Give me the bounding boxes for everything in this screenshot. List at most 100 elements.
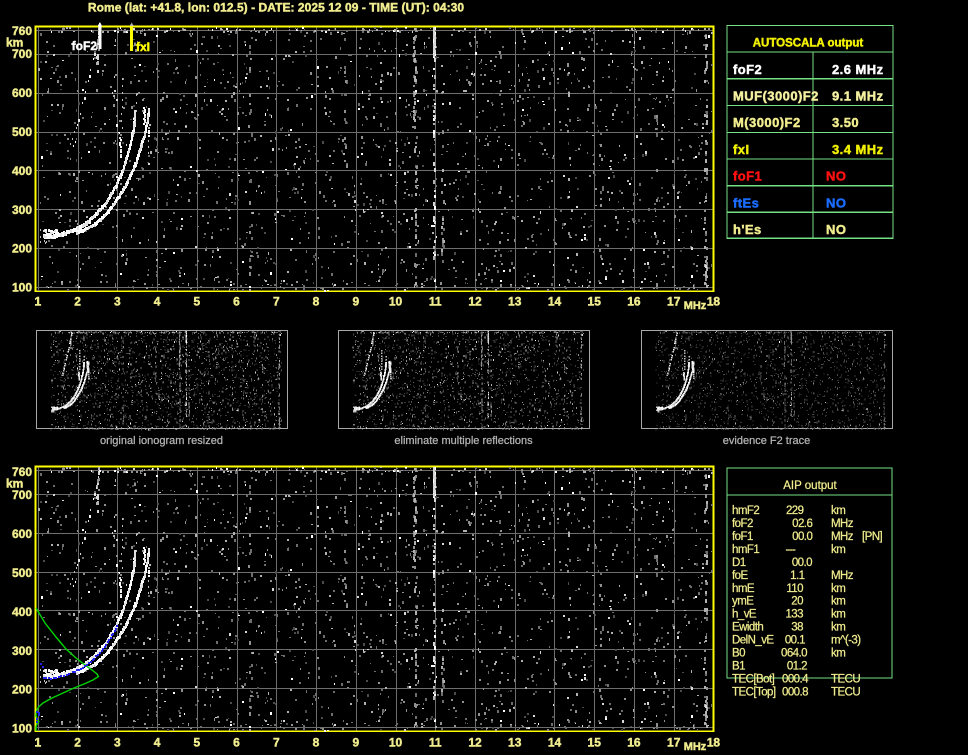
svg-text:10: 10 bbox=[389, 295, 403, 309]
svg-text:14: 14 bbox=[548, 736, 562, 750]
svg-text:MHz: MHz bbox=[831, 531, 854, 543]
svg-text:ymE: ymE bbox=[732, 596, 754, 608]
svg-text:00.1: 00.1 bbox=[785, 635, 805, 647]
svg-text:MHz: MHz bbox=[831, 570, 854, 582]
svg-text:DelN_vE: DelN_vE bbox=[732, 635, 774, 647]
svg-text:16: 16 bbox=[627, 736, 641, 750]
svg-text:AUTOSCALA output: AUTOSCALA output bbox=[753, 38, 864, 50]
svg-text:110: 110 bbox=[786, 583, 803, 595]
svg-text:km: km bbox=[831, 583, 845, 595]
svg-text:00.0: 00.0 bbox=[792, 557, 812, 569]
svg-text:12: 12 bbox=[468, 295, 482, 309]
svg-text:4: 4 bbox=[154, 736, 161, 750]
svg-text:hmF2: hmF2 bbox=[732, 505, 759, 517]
svg-text:3: 3 bbox=[114, 736, 121, 750]
svg-text:foF1: foF1 bbox=[732, 531, 753, 543]
svg-text:9: 9 bbox=[352, 295, 359, 309]
svg-text:11: 11 bbox=[429, 736, 442, 750]
svg-text:TECU: TECU bbox=[831, 686, 860, 698]
svg-text:8: 8 bbox=[313, 295, 320, 309]
svg-text:15: 15 bbox=[588, 295, 602, 309]
svg-text:foF2: foF2 bbox=[732, 518, 753, 530]
svg-text:300: 300 bbox=[12, 644, 32, 658]
svg-text:MHz: MHz bbox=[831, 518, 854, 530]
svg-text:1: 1 bbox=[34, 295, 41, 309]
svg-text:300: 300 bbox=[12, 203, 32, 217]
svg-text:evidence F2 trace: evidence F2 trace bbox=[723, 435, 810, 447]
svg-text:200: 200 bbox=[12, 683, 32, 697]
svg-text:TECU: TECU bbox=[831, 674, 860, 686]
svg-text:1: 1 bbox=[34, 736, 41, 750]
svg-text:00.0: 00.0 bbox=[792, 531, 812, 543]
svg-text:original ionogram resized: original ionogram resized bbox=[100, 435, 223, 447]
svg-text:B1: B1 bbox=[732, 661, 745, 673]
svg-text:eliminate multiple reflections: eliminate multiple reflections bbox=[394, 435, 533, 447]
svg-text:20: 20 bbox=[791, 596, 803, 608]
svg-text:M(3000)F2: M(3000)F2 bbox=[733, 115, 801, 130]
svg-text:NO: NO bbox=[826, 195, 846, 210]
svg-text:Rome (lat: +41.8, lon: 012.5): Rome (lat: +41.8, lon: 012.5) - DATE: 20… bbox=[88, 1, 465, 15]
svg-text:5: 5 bbox=[193, 295, 200, 309]
svg-text:400: 400 bbox=[12, 605, 32, 619]
svg-text:6: 6 bbox=[233, 295, 240, 309]
svg-text:fxI: fxI bbox=[136, 40, 150, 54]
svg-text:m^(-3): m^(-3) bbox=[831, 635, 861, 647]
svg-text:foF1: foF1 bbox=[733, 169, 762, 184]
svg-text:229: 229 bbox=[786, 505, 804, 517]
svg-text:13: 13 bbox=[508, 295, 522, 309]
svg-text:---: --- bbox=[786, 544, 797, 556]
svg-text:AIP output: AIP output bbox=[783, 480, 837, 492]
svg-text:3: 3 bbox=[114, 295, 121, 309]
svg-text:600: 600 bbox=[12, 86, 32, 100]
svg-text:MUF(3000)F2: MUF(3000)F2 bbox=[733, 89, 819, 104]
svg-text:h_vE: h_vE bbox=[732, 609, 757, 621]
svg-text:NO: NO bbox=[826, 169, 846, 184]
svg-text:000.4: 000.4 bbox=[782, 674, 809, 686]
svg-text:8: 8 bbox=[313, 736, 320, 750]
svg-text:2: 2 bbox=[74, 295, 81, 309]
svg-text:h'Es: h'Es bbox=[733, 222, 762, 237]
svg-text:1.1: 1.1 bbox=[790, 570, 804, 582]
svg-text:km: km bbox=[831, 596, 845, 608]
svg-text:2: 2 bbox=[74, 736, 81, 750]
svg-text:foF2: foF2 bbox=[733, 62, 762, 77]
svg-text:TEC[Top]: TEC[Top] bbox=[732, 686, 776, 698]
svg-text:7: 7 bbox=[273, 295, 280, 309]
svg-text:400: 400 bbox=[12, 164, 32, 178]
svg-text:NO: NO bbox=[826, 222, 846, 237]
svg-text:133: 133 bbox=[785, 609, 803, 621]
svg-text:MHz: MHz bbox=[684, 300, 707, 312]
svg-text:500: 500 bbox=[12, 125, 32, 139]
svg-text:600: 600 bbox=[12, 527, 32, 541]
svg-text:17: 17 bbox=[667, 736, 681, 750]
svg-text:km: km bbox=[6, 477, 23, 491]
svg-text:064.0: 064.0 bbox=[781, 648, 807, 660]
svg-text:12: 12 bbox=[468, 736, 482, 750]
svg-text:km: km bbox=[831, 609, 845, 621]
svg-text:100: 100 bbox=[12, 281, 32, 295]
svg-text:ftEs: ftEs bbox=[733, 195, 759, 210]
svg-text:fxI: fxI bbox=[733, 142, 750, 157]
svg-text:500: 500 bbox=[12, 566, 32, 580]
svg-text:18: 18 bbox=[707, 295, 721, 309]
svg-text:6: 6 bbox=[233, 736, 240, 750]
svg-text:9.1 MHz: 9.1 MHz bbox=[832, 89, 884, 104]
svg-text:MHz: MHz bbox=[684, 741, 707, 753]
svg-text:200: 200 bbox=[12, 242, 32, 256]
svg-text:[PN]: [PN] bbox=[862, 531, 883, 543]
svg-text:13: 13 bbox=[508, 736, 522, 750]
svg-text:foE: foE bbox=[732, 570, 748, 582]
svg-text:100: 100 bbox=[12, 722, 32, 736]
svg-text:hmE: hmE bbox=[732, 583, 755, 595]
svg-text:7: 7 bbox=[273, 736, 280, 750]
svg-text:foF2: foF2 bbox=[72, 39, 98, 53]
svg-text:16: 16 bbox=[627, 295, 641, 309]
svg-text:TEC[Bot]: TEC[Bot] bbox=[732, 674, 775, 686]
svg-text:4: 4 bbox=[154, 295, 161, 309]
svg-text:km: km bbox=[6, 36, 23, 50]
svg-text:Ewidth: Ewidth bbox=[732, 622, 763, 634]
svg-text:14: 14 bbox=[548, 295, 562, 309]
svg-text:km: km bbox=[831, 622, 845, 634]
svg-text:10: 10 bbox=[389, 736, 403, 750]
svg-text:15: 15 bbox=[588, 736, 602, 750]
